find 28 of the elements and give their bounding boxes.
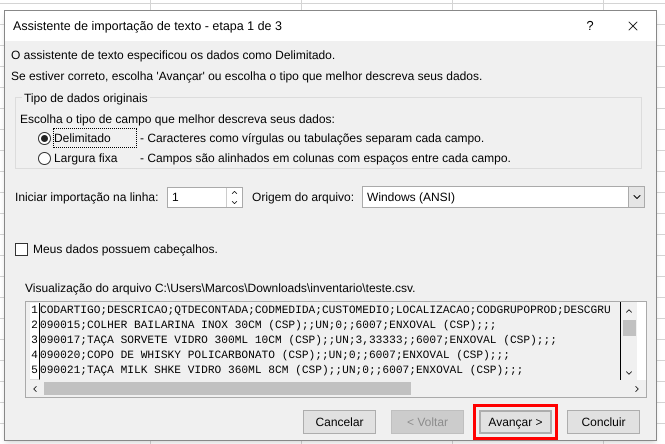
preview-line: 090021;TAÇA MILK SHKE VIDRO 360ML 8CM (CSP);;UN;0;;6007;ENXOVAL (CSP);;; [40, 364, 524, 380]
help-button[interactable]: ? [570, 11, 610, 41]
headers-checkbox-label[interactable]: Meus dados possuem cabeçalhos. [33, 240, 218, 258]
start-row-value: 1 [171, 189, 180, 206]
intro-text: O assistente de texto especificou os dados como Delimitado. [11, 47, 336, 64]
radio-label[interactable]: Largura fixa [54, 149, 136, 167]
intro-text: Se estiver correto, escolha 'Avançar' ou escolha o tipo que melhor descreva seus dados. [11, 68, 484, 85]
option-description: - Caracteres como vírgulas ou tabulações separam cada campo. [140, 130, 484, 147]
start-row-spinner[interactable]: 1 [167, 186, 243, 208]
window-title: Assistente de importação de texto - etapa 1 de 3 [13, 18, 283, 35]
start-row-label: Iniciar importação na linha: [15, 189, 160, 206]
radio-button[interactable] [38, 152, 51, 164]
preview-title: Visualização do arquivo C:\Users\Marcos\Downloads\inventario\teste.csv. [25, 280, 416, 297]
file-origin-dropdown[interactable]: Windows (ANSI) [362, 186, 645, 208]
file-origin-label: Origem do arquivo: [252, 189, 356, 206]
line-number: 5 [30, 362, 40, 380]
dialog-button[interactable]: Concluir [567, 410, 640, 434]
group-prompt: Escolha o tipo de campo que melhor descreva seus dados: [20, 111, 336, 128]
radio-button[interactable] [38, 132, 51, 144]
preview-line: 090015;COLHER BAILARINA INOX 30CM (CSP);;UN;0;;6007;ENXOVAL (CSP);;; [40, 318, 497, 334]
dialog-button[interactable]: Avançar > [479, 410, 552, 434]
preview-line: 090020;COPO DE WHISKY POLICARBONATO (CSP);;UN;0;;6007;ENXOVAL (CSP);;; [40, 348, 510, 364]
dialog-button[interactable]: Cancelar [303, 410, 376, 434]
preview-line: 090017;TAÇA SORVETE VIDRO 300ML 10CM (CSP);;UN;3,33333;;6007;ENXOVAL (CSP);;; [40, 334, 557, 350]
option-description: - Campos são alinhados em colunas com espaços entre cada campo. [140, 150, 511, 167]
radio-label[interactable]: Delimitado [54, 129, 136, 147]
headers-checkbox[interactable] [15, 242, 28, 256]
preview-line: CODARTIGO;DESCRICAO;QTDECONTADA;CODMEDIDA;CUSTOMEDIO;LOCALIZACAO;CODGRUPOPROD;DESCGRU [40, 304, 611, 320]
